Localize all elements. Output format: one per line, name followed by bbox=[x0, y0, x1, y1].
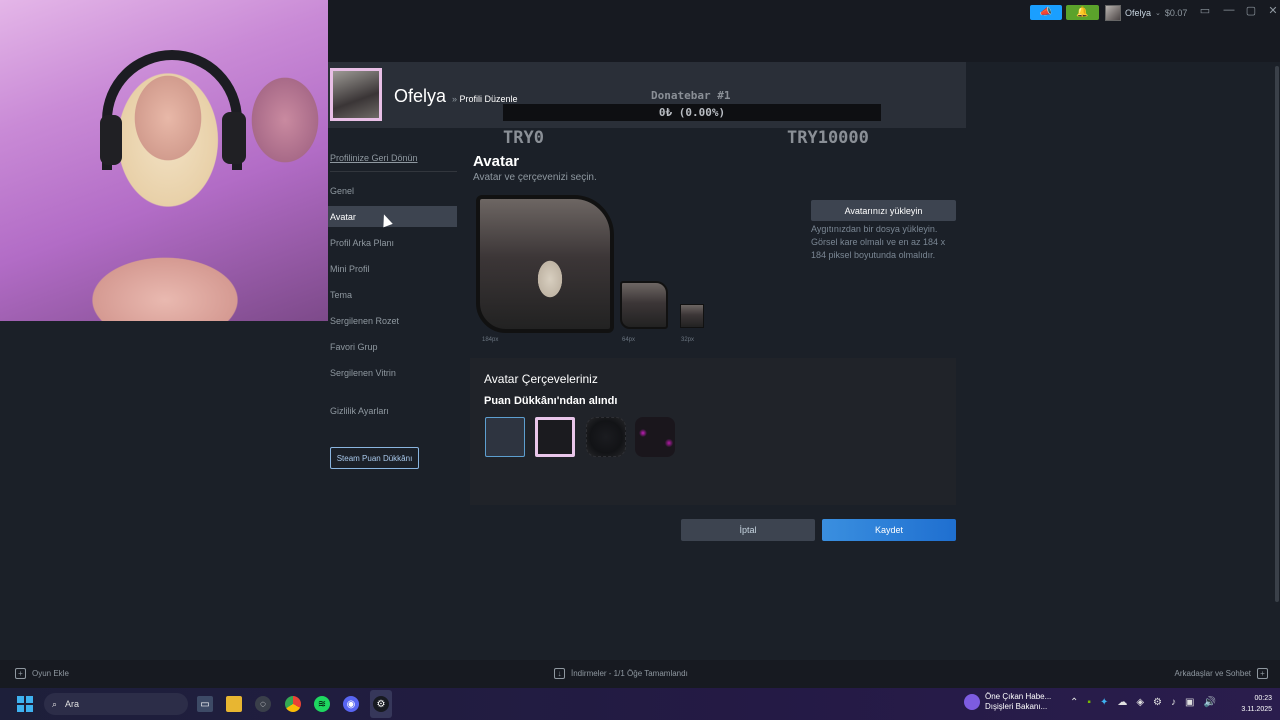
webcam-overlay bbox=[0, 0, 328, 321]
microphone-icon[interactable]: ♪ bbox=[1171, 697, 1176, 708]
upload-help-text: Aygıtınızdan bir dosya yükleyin. Görsel … bbox=[811, 224, 946, 260]
sidebar-item-general[interactable]: Genel bbox=[328, 180, 457, 201]
bell-icon: 🔔 bbox=[1076, 7, 1089, 18]
avatar bbox=[1105, 4, 1121, 21]
page-title: Avatar bbox=[473, 153, 520, 170]
news-line-1: Öne Çıkan Habe... bbox=[985, 692, 1052, 701]
donation-progress-text: 0₺ (0.00%) bbox=[658, 106, 726, 119]
donation-min: TRY0 bbox=[503, 128, 544, 148]
color-icon[interactable]: ✦ bbox=[1100, 697, 1108, 708]
wallet-balance: $0.07 bbox=[1164, 7, 1188, 18]
size-label-small: 32px bbox=[681, 337, 695, 343]
add-game-button[interactable]: + Oyun Ekle bbox=[15, 668, 69, 679]
chrome-icon[interactable] bbox=[285, 696, 301, 712]
system-clock[interactable]: 00:23 3.11.2025 bbox=[1236, 693, 1272, 715]
app-icon[interactable]: ◌ bbox=[255, 696, 271, 712]
spotify-icon[interactable]: ≋ bbox=[314, 696, 330, 712]
friends-chat-button[interactable]: Arkadaşlar ve Sohbet + bbox=[1174, 668, 1268, 679]
account-name: Ofelya bbox=[1125, 7, 1152, 18]
sidebar-item-favorite-group[interactable]: Favori Grup bbox=[328, 336, 457, 357]
chevron-up-icon[interactable]: ⌃ bbox=[1070, 697, 1078, 708]
account-menu[interactable]: Ofelya ⌄ $0.07 bbox=[1105, 4, 1187, 21]
sidebar-item-privacy[interactable]: Gizlilik Ayarları bbox=[328, 400, 457, 421]
profile-avatar bbox=[330, 68, 382, 121]
display-icon[interactable]: ▣ bbox=[1185, 697, 1194, 708]
search-input[interactable]: ⌕ Ara bbox=[44, 693, 188, 715]
news-line-2: Dışişleri Bakanı... bbox=[985, 702, 1048, 711]
maximize-icon[interactable]: ▢ bbox=[1243, 4, 1259, 17]
headphone-ear-left bbox=[100, 115, 122, 165]
news-widget[interactable]: Öne Çıkan Habe... Dışişleri Bakanı... bbox=[964, 692, 1051, 712]
breadcrumb-separator: » bbox=[452, 94, 458, 104]
breadcrumb-current: Profili Düzenle bbox=[459, 94, 518, 104]
cancel-button[interactable]: İptal bbox=[681, 519, 815, 541]
frames-subtitle: Puan Dükkânı'ndan alındı bbox=[484, 395, 618, 407]
announcements-button[interactable]: 📣 bbox=[1030, 5, 1062, 20]
avatar-preview-small bbox=[680, 304, 704, 328]
frame-option-purple[interactable] bbox=[635, 417, 675, 457]
sidebar-item-mini-profile[interactable]: Mini Profil bbox=[328, 258, 457, 279]
back-to-profile-link[interactable]: Profilinize Geri Dönün bbox=[330, 153, 418, 163]
headphones-graphic bbox=[102, 50, 242, 170]
big-picture-icon[interactable]: ▭ bbox=[1197, 4, 1213, 17]
frame-option-pink[interactable] bbox=[535, 417, 575, 457]
scrollbar-thumb[interactable] bbox=[1275, 66, 1279, 602]
clock-time: 00:23 bbox=[1254, 695, 1272, 702]
profile-name[interactable]: Ofelya bbox=[394, 86, 446, 107]
sidebar-item-showcase[interactable]: Sergilenen Vitrin bbox=[328, 362, 457, 383]
donation-title: Donatebar #1 bbox=[651, 89, 731, 102]
cloud-icon[interactable]: ☁ bbox=[1117, 697, 1127, 708]
chevron-down-icon: ⌄ bbox=[1155, 9, 1161, 17]
system-tray: ⌃ ▪ ✦ ☁ ◈ ⚙ ♪ ▣ 🔊 bbox=[1070, 697, 1216, 708]
network-icon[interactable]: ◈ bbox=[1136, 697, 1144, 708]
size-label-medium: 64px bbox=[622, 337, 636, 343]
minimize-icon[interactable]: — bbox=[1221, 4, 1237, 16]
volume-icon[interactable]: 🔊 bbox=[1203, 697, 1215, 708]
size-label-large: 184px bbox=[482, 337, 499, 343]
avatar-preview-large bbox=[476, 195, 614, 333]
search-placeholder: Ara bbox=[65, 699, 80, 709]
windows-start-icon[interactable] bbox=[17, 696, 33, 712]
save-button[interactable]: Kaydet bbox=[822, 519, 956, 541]
clock-date: 3.11.2025 bbox=[1241, 706, 1272, 713]
task-view-icon[interactable]: ▭ bbox=[197, 696, 213, 712]
notifications-button[interactable]: 🔔 bbox=[1066, 5, 1099, 20]
donation-max: TRY10000 bbox=[787, 128, 869, 148]
steam-tray-icon[interactable]: ⚙ bbox=[1153, 697, 1162, 708]
search-icon: ⌕ bbox=[52, 698, 58, 709]
sidebar-item-theme[interactable]: Tema bbox=[328, 284, 457, 305]
frame-option-none[interactable] bbox=[485, 417, 525, 457]
plus-icon: + bbox=[15, 668, 26, 679]
headphone-ear-right bbox=[222, 112, 246, 164]
donation-progress-bar: 0₺ (0.00%) bbox=[503, 104, 881, 121]
frames-title: Avatar Çerçeveleriniz bbox=[484, 372, 598, 386]
upload-avatar-button[interactable]: Avatarınızı yükleyin bbox=[811, 200, 956, 221]
frame-option-dark[interactable] bbox=[586, 417, 626, 457]
sidebar-item-featured-badge[interactable]: Sergilenen Rozet bbox=[328, 310, 457, 331]
discord-icon[interactable]: ◉ bbox=[343, 696, 359, 712]
close-icon[interactable]: ✕ bbox=[1265, 4, 1280, 17]
download-icon: ↓ bbox=[554, 668, 565, 679]
megaphone-icon: 📣 bbox=[1039, 7, 1053, 18]
sidebar-divider bbox=[330, 171, 457, 172]
avatar-preview-medium bbox=[620, 281, 668, 329]
chat-icon: + bbox=[1257, 668, 1268, 679]
friends-label: Arkadaşlar ve Sohbet bbox=[1174, 669, 1252, 678]
news-icon bbox=[964, 694, 980, 710]
sidebar-item-profile-background[interactable]: Profil Arka Planı bbox=[328, 232, 457, 253]
steam-bottom-bar: + Oyun Ekle ↓ İndirmeler - 1/1 Öğe Tamam… bbox=[0, 660, 1280, 688]
breadcrumb: » Profili Düzenle bbox=[452, 94, 518, 104]
page-subtitle: Avatar ve çerçevenizi seçin. bbox=[473, 172, 597, 183]
nvidia-icon[interactable]: ▪ bbox=[1087, 697, 1091, 708]
steam-icon[interactable]: ⚙ bbox=[373, 696, 389, 712]
downloads-button[interactable]: ↓ İndirmeler - 1/1 Öğe Tamamlandı bbox=[554, 668, 688, 679]
points-shop-button[interactable]: Steam Puan Dükkânı bbox=[330, 447, 419, 469]
downloads-label: İndirmeler - 1/1 Öğe Tamamlandı bbox=[571, 669, 688, 678]
add-game-label: Oyun Ekle bbox=[32, 669, 69, 678]
file-explorer-icon[interactable] bbox=[226, 696, 242, 712]
